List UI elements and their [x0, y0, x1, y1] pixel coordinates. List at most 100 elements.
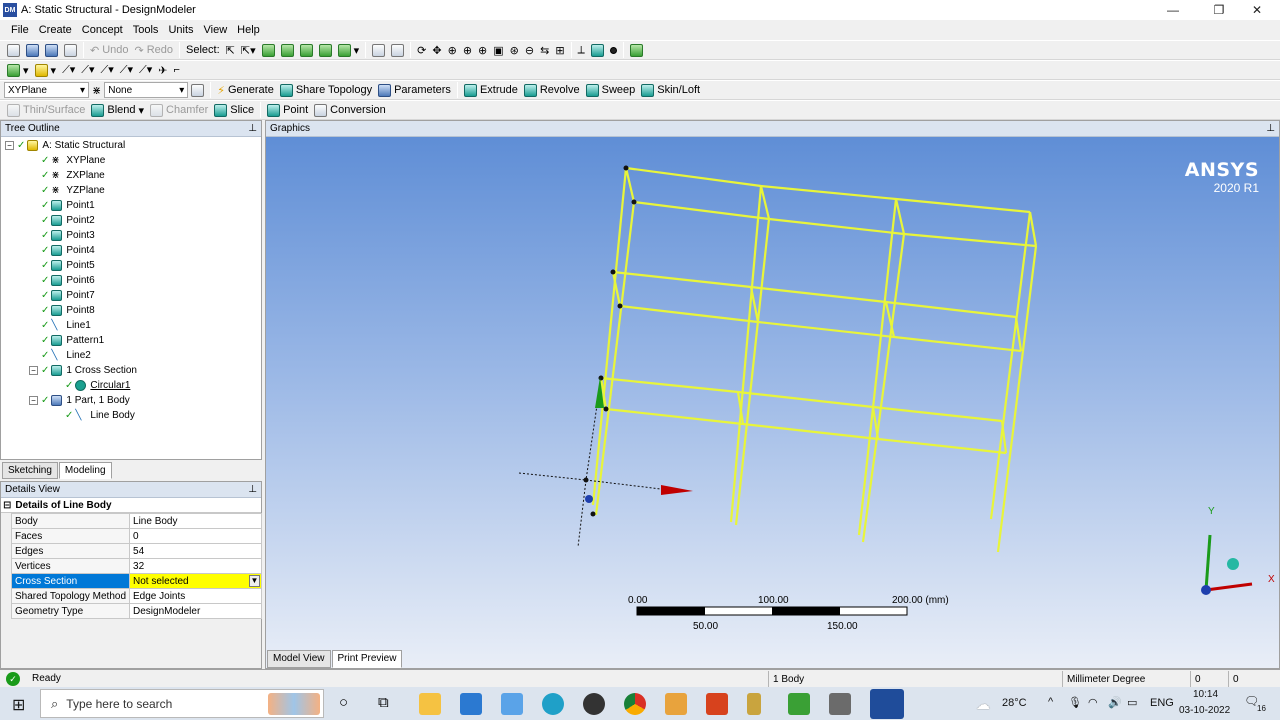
tree-item-point8[interactable]: ✓ Point8 [41, 303, 95, 318]
rotate-button[interactable]: ⟳ [414, 41, 429, 59]
pin-icon[interactable]: ⊥ [248, 123, 257, 134]
zoom-extents-button[interactable]: ▣ [490, 41, 506, 59]
cross-section-display-button[interactable]: ⟋▾ [136, 61, 155, 79]
zoom-fit-button[interactable]: ⊕ [475, 41, 490, 59]
pin-icon[interactable]: ⊥ [1266, 123, 1275, 134]
new-plane-button[interactable]: ⋇ [89, 81, 104, 99]
point-button[interactable]: Point [264, 101, 311, 119]
clock-time[interactable]: 10:14 [1193, 689, 1218, 700]
tree-item-line-body[interactable]: ✓ ╲ Line Body [65, 408, 135, 423]
battery-icon[interactable]: ▭ [1127, 696, 1137, 709]
edge-display-button[interactable]: ⟋▾ [59, 61, 78, 79]
undo-button[interactable]: ↶ Undo [87, 41, 132, 59]
collapse-icon[interactable]: − [29, 366, 38, 375]
menu-help[interactable]: Help [232, 24, 265, 36]
workbench-icon[interactable] [829, 693, 851, 715]
extrude-button[interactable]: Extrude [461, 81, 521, 99]
display-point-button[interactable] [607, 41, 620, 59]
redo-button[interactable]: ↷ Redo [132, 41, 177, 59]
tab-print-preview[interactable]: Print Preview [331, 650, 403, 668]
thin-surface-button[interactable]: Thin/Surface [4, 101, 88, 119]
tree-item-line2[interactable]: ✓ ╲ Line2 [41, 348, 91, 363]
tree-item-yzplane[interactable]: ✓ ⋇ YZPlane [41, 183, 105, 198]
tree-item-point6[interactable]: ✓ Point6 [41, 273, 95, 288]
zoom-out-button[interactable]: ⊖ [522, 41, 537, 59]
frame-structure[interactable] [591, 166, 1038, 553]
export-button[interactable] [42, 41, 61, 59]
collapse-icon[interactable]: − [5, 141, 14, 150]
conversion-button[interactable]: Conversion [311, 101, 389, 119]
tree-item-cross-section[interactable]: − ✓ 1 Cross Section [29, 363, 137, 378]
next-view-button[interactable]: ⊞ [552, 41, 567, 59]
edge-knots-button[interactable]: ⟋▾ [98, 61, 117, 79]
edge-browser-icon[interactable] [542, 693, 564, 715]
menu-view[interactable]: View [199, 24, 233, 36]
tree-item-part[interactable]: − ✓ 1 Part, 1 Body [29, 393, 130, 408]
ansys-launcher-icon[interactable] [747, 693, 761, 715]
screenshot-button[interactable] [61, 41, 80, 59]
chart-app-icon[interactable] [788, 693, 810, 715]
spaceclaim-icon[interactable] [706, 693, 728, 715]
tree-item-xyplane[interactable]: ✓ ⋇ XYPlane [41, 153, 105, 168]
collapse-icon[interactable]: ⊟ [3, 500, 11, 511]
graphics-viewport[interactable]: ANSYS 2020 R1 0.00 100.00 200.00 (mm) 50… [266, 137, 1279, 668]
detail-value[interactable]: Line Body [129, 513, 262, 529]
minimize-button[interactable]: — [1150, 0, 1196, 20]
new-sketch-button[interactable] [188, 81, 207, 99]
tree-item-pattern1[interactable]: ✓ Pattern1 [41, 333, 104, 348]
microphone-icon[interactable]: 🎙 [1068, 696, 1082, 709]
generate-button[interactable]: ⚡ Generate [214, 81, 277, 99]
tree-item-point3[interactable]: ✓ Point3 [41, 228, 95, 243]
look-at-button[interactable] [627, 41, 646, 59]
select-type-button[interactable]: ⇱▾ [238, 41, 259, 59]
menu-create[interactable]: Create [34, 24, 77, 36]
new-button[interactable] [4, 41, 23, 59]
box-select-button[interactable] [369, 41, 388, 59]
slice-button[interactable]: Slice [211, 101, 257, 119]
save-button[interactable] [23, 41, 42, 59]
pan-button[interactable]: ✥ [429, 41, 444, 59]
sketch-select[interactable]: None ▾ [104, 82, 189, 98]
obs-icon[interactable] [583, 693, 605, 715]
box-select-2-button[interactable] [388, 41, 407, 59]
chrome-icon[interactable] [624, 693, 646, 715]
zoom-button[interactable]: ⊕ [445, 41, 460, 59]
mail-icon[interactable] [460, 693, 482, 715]
sweep-button[interactable]: Sweep [583, 81, 639, 99]
select-points-button[interactable] [259, 41, 278, 59]
pin-icon[interactable]: ⊥ [248, 484, 257, 495]
detail-value[interactable]: Edge Joints [129, 588, 262, 604]
cortana-icon[interactable]: ○ [339, 694, 348, 711]
tab-model-view[interactable]: Model View [267, 650, 331, 668]
store-icon[interactable] [501, 693, 523, 715]
parameters-button[interactable]: Parameters [375, 81, 454, 99]
menu-concept[interactable]: Concept [77, 24, 128, 36]
menu-units[interactable]: Units [163, 24, 198, 36]
point-mode-button[interactable]: ⌐ [170, 61, 182, 79]
revolve-button[interactable]: Revolve [521, 81, 583, 99]
edge-direction-button[interactable]: ⟋▾ [117, 61, 136, 79]
close-button[interactable]: ✕ [1234, 0, 1280, 20]
speaker-icon[interactable]: 🔊 [1108, 696, 1122, 709]
language-indicator[interactable]: ENG [1150, 697, 1174, 709]
weather-temp[interactable]: 28°C [1002, 697, 1027, 709]
chevron-up-icon[interactable]: ^ [1048, 696, 1053, 708]
line-body-button[interactable]: ✈ [155, 61, 170, 79]
menu-file[interactable]: File [6, 24, 34, 36]
task-view-icon[interactable]: ⧉ [378, 694, 389, 711]
plane-select[interactable]: XYPlane ▾ [4, 82, 89, 98]
details-group-header[interactable]: ⊟ Details of Line Body [1, 498, 261, 513]
clock-date[interactable]: 03-10-2022 [1179, 705, 1230, 716]
select-mode-button[interactable]: ⇱ [223, 41, 238, 59]
collapse-icon[interactable]: − [29, 396, 38, 405]
tree-item-root[interactable]: − ✓ A: Static Structural [5, 138, 125, 153]
menu-tools[interactable]: Tools [128, 24, 164, 36]
cross-section-dropdown[interactable]: Not selected ▼ [129, 573, 262, 589]
previous-view-button[interactable]: ⇆ [537, 41, 552, 59]
table-row-selected[interactable]: Cross Section Not selected ▼ [10, 573, 262, 589]
tab-modeling[interactable]: Modeling [58, 462, 112, 479]
windows-start-icon[interactable]: ⊞ [12, 695, 25, 715]
tab-sketching[interactable]: Sketching [2, 462, 58, 479]
face-color-button[interactable]: ▾ [4, 61, 32, 79]
file-explorer-icon[interactable] [419, 693, 441, 715]
